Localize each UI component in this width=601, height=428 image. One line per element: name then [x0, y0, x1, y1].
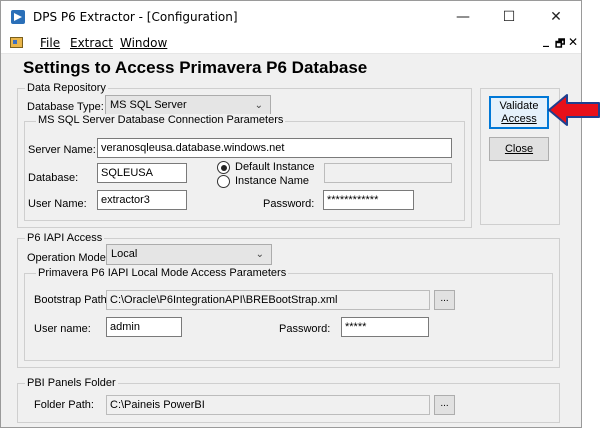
iapi-user-name-label: User name: — [34, 323, 91, 335]
data-repository-label: Data Repository — [25, 82, 108, 94]
instance-name-radio[interactable] — [217, 175, 230, 188]
maximize-button[interactable]: ☐ — [492, 5, 526, 29]
app-icon — [11, 10, 25, 24]
database-type-label: Database Type: — [27, 101, 104, 113]
mdi-restore-button[interactable]: 🗗 — [555, 35, 565, 54]
title-bar: DPS P6 Extractor - [Configuration] — ☐ ✕ — [1, 1, 581, 32]
folder-path-label: Folder Path: — [34, 399, 94, 411]
menu-extract[interactable]: Extract — [70, 36, 113, 50]
user-name-label: User Name: — [28, 198, 87, 210]
access-label: Access — [501, 113, 537, 125]
close-dialog-button[interactable]: Close — [489, 137, 549, 161]
password-field[interactable]: ************ — [323, 190, 414, 210]
menu-window[interactable]: Window — [120, 36, 167, 50]
validate-access-button[interactable]: Validate Access — [489, 96, 549, 129]
default-instance-label: Default Instance — [235, 161, 315, 173]
window-title: DPS P6 Extractor - [Configuration] — [33, 10, 238, 24]
database-type-value: MS SQL Server — [110, 99, 187, 111]
user-name-field[interactable]: extractor3 — [97, 190, 187, 210]
bootstrap-path-label: Bootstrap Path: — [34, 294, 110, 306]
close-label: Close — [504, 143, 534, 155]
document-icon[interactable] — [10, 37, 23, 48]
menu-bar: File Extract Window _ 🗗 ✕ — [1, 32, 581, 54]
operation-mode-dropdown[interactable]: Local ⌄ — [106, 244, 272, 265]
default-instance-radio[interactable] — [217, 161, 230, 174]
mdi-minimize-button[interactable]: _ — [543, 33, 549, 47]
database-field[interactable]: SQLEUSA — [97, 163, 187, 183]
mdi-close-button[interactable]: ✕ — [568, 35, 578, 49]
database-type-dropdown[interactable]: MS SQL Server ⌄ — [105, 95, 271, 116]
folder-browse-button[interactable]: ... — [434, 395, 455, 415]
menu-file[interactable]: File — [40, 36, 60, 50]
validate-label: Validate — [499, 100, 539, 112]
iapi-password-label: Password: — [279, 323, 331, 335]
database-label: Database: — [28, 172, 79, 184]
bootstrap-path-field[interactable]: C:\Oracle\P6IntegrationAPI\BREBootStrap.… — [106, 290, 430, 310]
iapi-user-name-field[interactable]: admin — [106, 317, 182, 337]
chevron-down-icon: ⌄ — [255, 249, 264, 260]
page-title: Settings to Access Primavera P6 Database — [23, 58, 368, 77]
main-window: DPS P6 Extractor - [Configuration] — ☐ ✕… — [0, 0, 582, 428]
close-button[interactable]: ✕ — [539, 5, 573, 29]
instance-name-field[interactable] — [324, 163, 452, 183]
password-label: Password: — [263, 198, 315, 210]
iapi-label: P6 IAPI Access — [25, 232, 105, 244]
instance-name-label: Instance Name — [235, 175, 309, 187]
bootstrap-browse-button[interactable]: ... — [434, 290, 455, 310]
red-arrow-icon — [548, 94, 600, 126]
minimize-button[interactable]: — — [446, 5, 480, 29]
server-name-field[interactable]: veranosqleusa.database.windows.net — [97, 138, 452, 158]
iapi-password-field[interactable]: ***** — [341, 317, 429, 337]
server-name-label: Server Name: — [28, 144, 96, 156]
folder-path-field[interactable]: C:\Paineis PowerBI — [106, 395, 430, 415]
pbi-label: PBI Panels Folder — [25, 377, 118, 389]
local-params-label: Primavera P6 IAPI Local Mode Access Para… — [36, 267, 289, 279]
chevron-down-icon: ⌄ — [254, 100, 263, 111]
operation-mode-label: Operation Mode: — [27, 252, 109, 264]
operation-mode-value: Local — [111, 248, 138, 260]
local-params-group — [24, 273, 553, 361]
sql-params-label: MS SQL Server Database Connection Parame… — [36, 114, 286, 126]
